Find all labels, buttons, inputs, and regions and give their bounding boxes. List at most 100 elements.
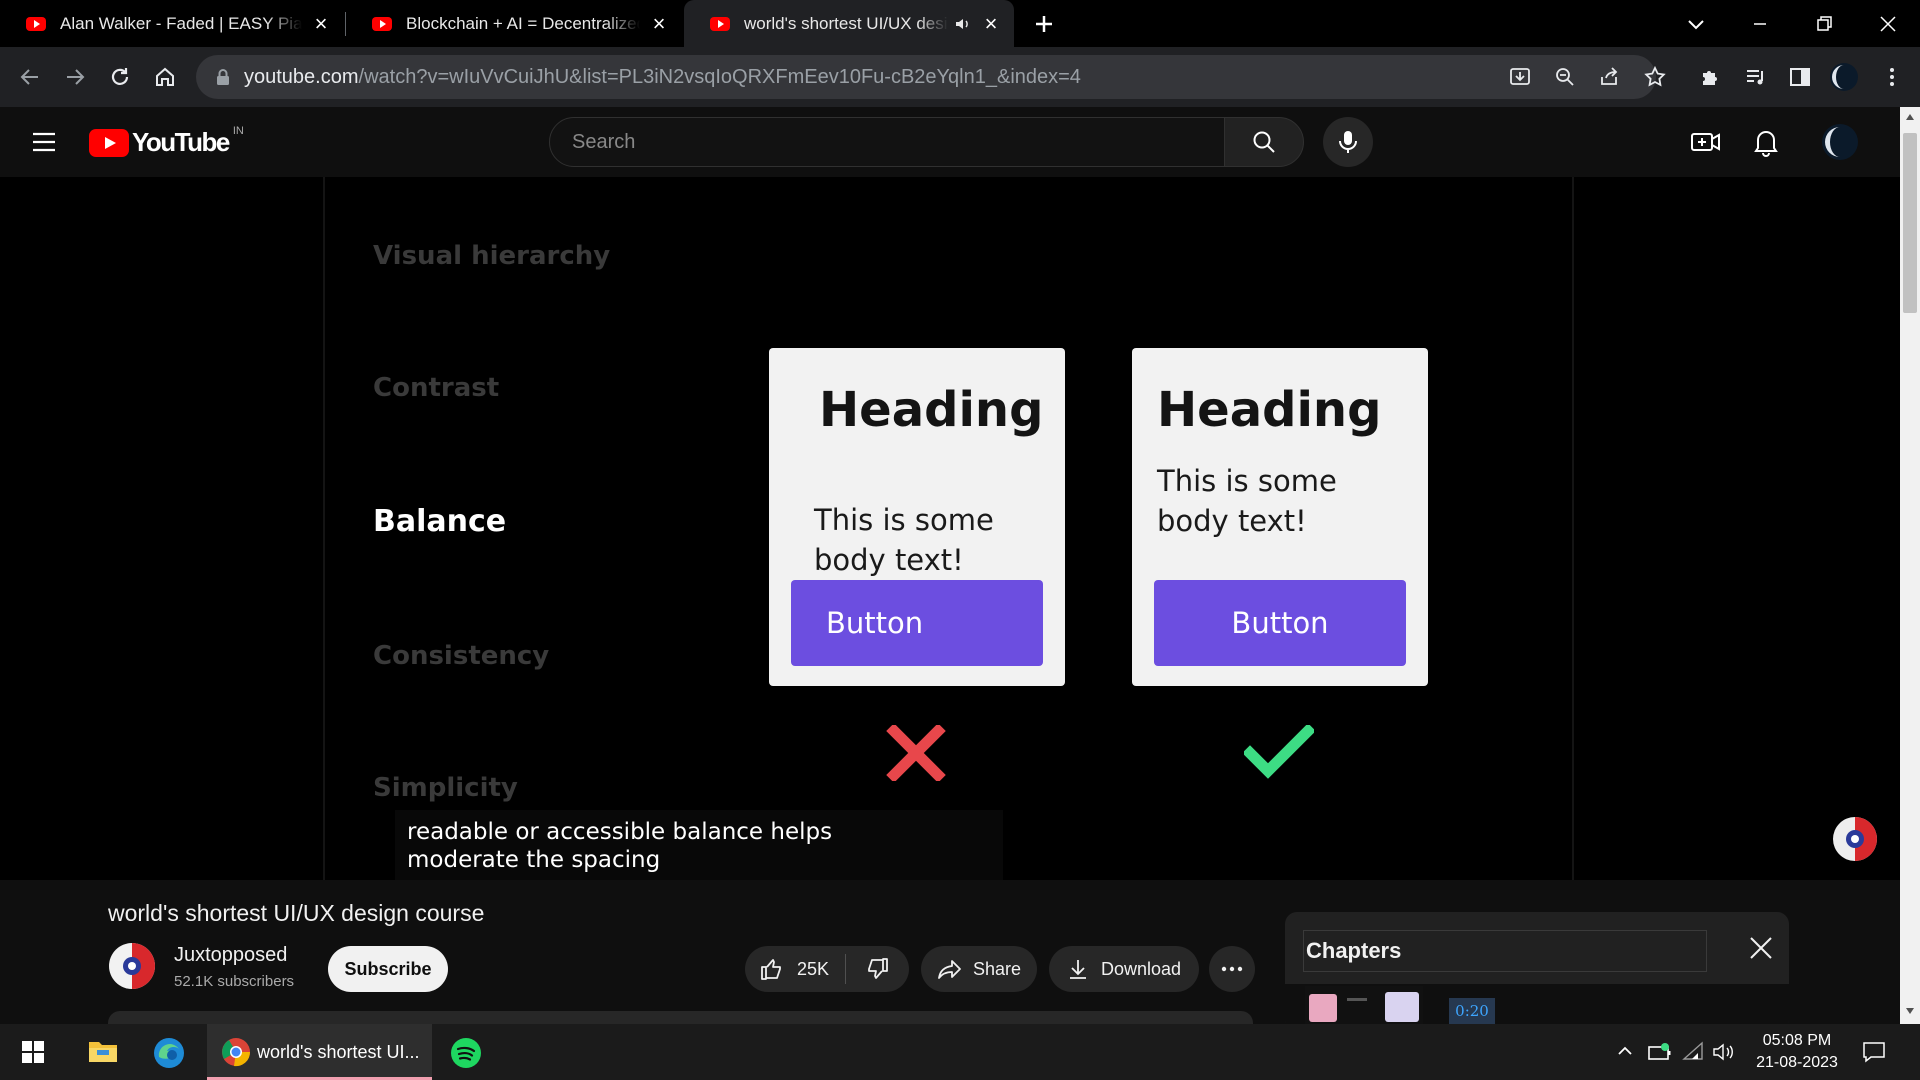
search-input[interactable]: Search <box>549 117 1225 167</box>
subscribe-button[interactable]: Subscribe <box>328 946 448 992</box>
show-hidden-icons-chevron-icon[interactable] <box>1616 1042 1634 1060</box>
zoom-icon[interactable] <box>1549 61 1581 93</box>
bad-example-card: Heading This is some body text! Button <box>769 348 1065 686</box>
page-scrollbar[interactable] <box>1900 107 1920 1024</box>
close-tab-icon[interactable]: × <box>980 12 1002 35</box>
url-text: youtube.com/watch?v=wIuVvCuiJhU&list=PL3… <box>244 65 1081 88</box>
tab-blockchain[interactable]: Blockchain + AI = Decentralized AI × <box>346 0 682 47</box>
youtube-play-logo-icon <box>89 128 129 157</box>
audio-playing-icon[interactable] <box>954 15 972 33</box>
notifications-bell-icon[interactable] <box>1752 127 1780 157</box>
good-example-card: Heading This is some body text! Button <box>1132 348 1428 686</box>
volume-speaker-icon[interactable] <box>1712 1041 1736 1063</box>
windows-taskbar: world's shortest UI... 05:08 PM 21-08-20… <box>0 1024 1920 1080</box>
close-chapters-icon[interactable] <box>1747 934 1775 962</box>
lock-icon[interactable] <box>216 68 230 86</box>
card-button: Button <box>1154 580 1406 666</box>
clock-time: 05:08 PM <box>1762 1032 1832 1049</box>
taskbar-window-title: world's shortest UI... <box>257 1041 420 1062</box>
like-button[interactable]: 25K <box>745 956 845 982</box>
channel-watermark-icon[interactable] <box>1832 816 1878 862</box>
close-window-icon[interactable] <box>1876 12 1900 36</box>
download-button[interactable]: Download <box>1049 946 1199 992</box>
share-button[interactable]: Share <box>921 946 1037 992</box>
dislike-button[interactable] <box>846 956 908 982</box>
thumbnail-tile <box>1347 998 1367 1001</box>
video-details: world's shortest UI/UX design course Jux… <box>0 880 1900 1032</box>
reload-icon[interactable] <box>104 61 136 93</box>
subscriber-count: 52.1K subscribers <box>174 973 295 990</box>
topic-simplicity: Simplicity <box>373 773 518 803</box>
tab-ui-ux-course[interactable]: world's shortest UI/UX design course × <box>684 0 1014 47</box>
search-button[interactable] <box>1224 117 1304 167</box>
new-tab-plus-icon[interactable] <box>1030 10 1058 38</box>
scroll-up-arrow-icon[interactable] <box>1905 113 1915 121</box>
closed-caption: readable or accessible balance helps mod… <box>395 810 1003 880</box>
account-avatar[interactable] <box>1821 123 1859 161</box>
video-frame-edge <box>1572 177 1574 880</box>
close-tab-icon[interactable]: × <box>310 12 332 35</box>
windows-start-icon[interactable] <box>22 1041 44 1063</box>
chrome-menu-icon[interactable] <box>1876 61 1908 93</box>
search-icon <box>1251 129 1277 155</box>
taskbar-chrome-window[interactable]: world's shortest UI... <box>207 1024 432 1080</box>
share-arrow-icon <box>937 957 963 981</box>
share-label: Share <box>973 958 1022 979</box>
microphone-icon <box>1337 129 1359 155</box>
tab-alan-walker[interactable]: Alan Walker - Faded | EASY Piano × <box>0 0 344 47</box>
home-icon[interactable] <box>149 61 181 93</box>
create-video-icon[interactable] <box>1690 127 1722 157</box>
chapters-title-outline <box>1303 930 1707 972</box>
back-arrow-icon[interactable] <box>14 61 46 93</box>
youtube-favicon-icon <box>710 16 730 31</box>
youtube-favicon-icon <box>372 16 392 31</box>
hamburger-menu-icon[interactable] <box>30 129 58 155</box>
browser-toolbar: youtube.com/watch?v=wIuVvCuiJhU&list=PL3… <box>0 47 1920 107</box>
like-count: 25K <box>797 958 830 979</box>
file-explorer-icon[interactable] <box>88 1038 118 1064</box>
side-panel-icon[interactable] <box>1784 61 1816 93</box>
restore-window-icon[interactable] <box>1812 12 1836 36</box>
bookmark-star-icon[interactable] <box>1639 61 1671 93</box>
video-frame-edge <box>323 177 325 880</box>
clock-date: 21-08-2023 <box>1756 1054 1838 1071</box>
card-body-text: This is some body text! <box>814 503 994 577</box>
close-tab-icon[interactable]: × <box>648 12 670 35</box>
video-player[interactable]: Visual hierarchy Contrast Balance Consis… <box>0 177 1900 880</box>
profile-avatar-icon[interactable] <box>1828 61 1860 93</box>
card-button: Button <box>791 580 1043 666</box>
scroll-down-arrow-icon[interactable] <box>1905 1007 1915 1015</box>
install-app-icon[interactable] <box>1504 61 1536 93</box>
card-button-label: Button <box>826 606 924 640</box>
tab-title: Alan Walker - Faded | EASY Piano <box>60 13 302 33</box>
channel-avatar[interactable] <box>108 942 156 990</box>
card-heading: Heading <box>819 382 1044 438</box>
share-page-icon[interactable] <box>1594 61 1626 93</box>
like-dislike-group: 25K <box>745 946 909 992</box>
download-label: Download <box>1101 958 1182 979</box>
thumbnail-tile <box>1309 994 1337 1022</box>
scrollbar-thumb[interactable] <box>1903 133 1917 313</box>
tab-search-chevron-icon[interactable] <box>1684 12 1708 36</box>
channel-name[interactable]: Juxtopposed <box>174 944 287 967</box>
thumbs-down-icon <box>864 956 890 982</box>
more-actions-button[interactable] <box>1209 946 1255 992</box>
extensions-puzzle-icon[interactable] <box>1695 61 1727 93</box>
youtube-logo[interactable]: YouTube IN <box>89 124 244 158</box>
minimize-window-icon[interactable] <box>1748 12 1772 36</box>
media-queue-icon[interactable] <box>1740 61 1772 93</box>
topic-consistency: Consistency <box>373 641 550 671</box>
address-bar[interactable]: youtube.com/watch?v=wIuVvCuiJhU&list=PL3… <box>196 55 1656 99</box>
wifi-network-icon[interactable] <box>1682 1041 1706 1063</box>
edge-browser-icon[interactable] <box>153 1037 185 1069</box>
battery-charging-icon[interactable] <box>1648 1041 1672 1063</box>
system-clock[interactable]: 05:08 PM 21-08-2023 <box>1752 1030 1842 1074</box>
chrome-app-icon <box>221 1037 251 1067</box>
notification-center-icon[interactable] <box>1862 1040 1886 1064</box>
voice-search-button[interactable] <box>1323 117 1373 167</box>
topic-balance-current: Balance <box>373 504 507 539</box>
subscribe-label: Subscribe <box>344 958 432 979</box>
spotify-icon[interactable] <box>450 1037 482 1069</box>
country-code: IN <box>232 124 244 137</box>
forward-arrow-icon[interactable] <box>59 61 91 93</box>
